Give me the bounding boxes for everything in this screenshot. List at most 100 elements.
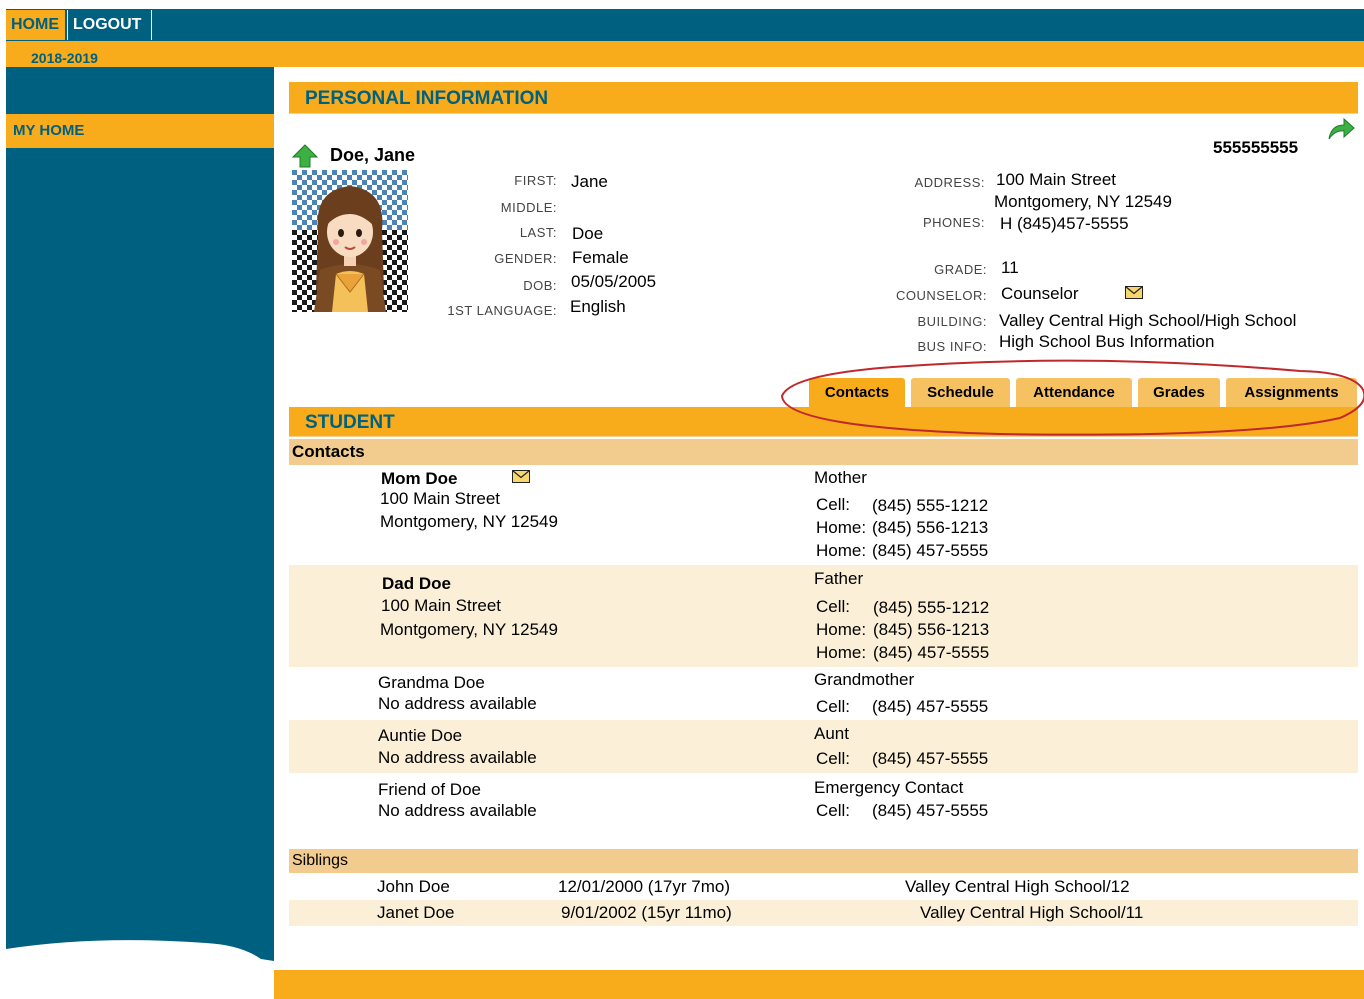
schooltool-logo: schooltool™ (36, 880, 200, 919)
bus-info-value: High School Bus Information (999, 332, 1215, 351)
phone-number: (845) 556-1213 (872, 518, 989, 537)
logo-text-school: school (36, 880, 132, 918)
personal-information-title: PERSONAL INFORMATION (305, 88, 549, 109)
first-name-value: Jane (571, 172, 608, 191)
phone-type: Home: (816, 541, 867, 560)
contact-name: Grandma Doe (378, 673, 485, 692)
contact-address-line1: No address available (378, 748, 537, 767)
sibling-dob: 12/01/2000 (17yr 7mo) (558, 877, 730, 896)
tab-assignments[interactable]: Assignments (1226, 378, 1357, 408)
contact-relation: Aunt (814, 724, 849, 743)
sidebar-item-my-home[interactable]: MY HOME (6, 114, 274, 148)
grade-value: 11 (1001, 258, 1019, 277)
tab-schedule[interactable]: Schedule (911, 378, 1010, 408)
school-year-bar: 2018-2019 (6, 41, 1364, 67)
gender-label: GENDER: (494, 251, 557, 266)
tab-attendance[interactable]: Attendance (1016, 378, 1132, 408)
phone-type: Cell: (816, 495, 851, 514)
dob-label: DOB: (523, 278, 557, 293)
phone-type: Home: (816, 518, 867, 537)
phone-type: Cell: (816, 697, 851, 716)
contact-row-father: Dad Doe 100 Main Street Montgomery, NY 1… (289, 565, 1358, 667)
contact-name: Auntie Doe (378, 726, 463, 745)
contact-row-grandmother: Grandma Doe No address available Grandmo… (289, 667, 1358, 720)
sibling-school: Valley Central High School/12 (905, 877, 1130, 896)
sidebar: MY HOME (6, 67, 274, 999)
siblings-subheader: Siblings (289, 849, 1358, 873)
personal-information-header: PERSONAL INFORMATION (289, 82, 1358, 114)
contact-row-aunt: Auntie Doe No address available Aunt Cel… (289, 720, 1358, 773)
first-name-label: FIRST: (514, 173, 557, 188)
phone-number: (845) 457-5555 (872, 749, 989, 768)
phone-number: (845) 555-1212 (872, 496, 989, 515)
address-label: ADDRESS: (914, 175, 985, 190)
contacts-subheader: Contacts (289, 439, 1358, 465)
sibling-name: John Doe (377, 877, 450, 896)
middle-name-label: MIDDLE: (500, 200, 557, 215)
first-language-label: 1ST LANGUAGE: (447, 303, 557, 318)
email-icon[interactable] (1125, 286, 1143, 299)
phone-number: (845) 457-5555 (873, 643, 990, 662)
phones-value: H (845)457-5555 (1000, 214, 1129, 233)
contact-address-line2: Montgomery, NY 12549 (380, 620, 558, 639)
counselor-value: Counselor (1001, 284, 1079, 303)
grade-label: GRADE: (934, 262, 987, 277)
share-arrow-icon[interactable] (1326, 117, 1356, 141)
contact-row-emergency: Friend of Doe No address available Emerg… (289, 773, 1358, 833)
logout-link[interactable]: LOGOUT (67, 10, 152, 40)
contact-relation: Mother (814, 468, 867, 487)
phone-type: Home: (816, 620, 867, 639)
tab-grades[interactable]: Grades (1138, 378, 1220, 408)
bus-info-label: BUS INFO: (917, 339, 987, 354)
phone-number: (845) 555-1212 (873, 598, 990, 617)
contact-address-line1: No address available (378, 801, 537, 820)
home-link[interactable]: HOME (6, 10, 65, 40)
sibling-row: Janet Doe 9/01/2002 (15yr 11mo) Valley C… (289, 900, 1358, 926)
building-value: Valley Central High School/High School (999, 311, 1297, 330)
up-arrow-icon[interactable] (291, 143, 319, 169)
contact-address-line1: No address available (378, 694, 537, 713)
sibling-dob: 9/01/2002 (15yr 11mo) (561, 903, 732, 922)
contact-name: Mom Doe (381, 469, 458, 488)
footer-bar (274, 970, 1364, 999)
contact-address-line1: 100 Main Street (381, 596, 502, 615)
building-label: BUILDING: (917, 314, 987, 329)
first-language-value: English (570, 297, 626, 316)
phone-type: Cell: (816, 597, 851, 616)
student-header: STUDENT (289, 407, 1358, 437)
sibling-school: Valley Central High School/11 (920, 903, 1144, 922)
phone-number: (845) 457-5555 (872, 801, 989, 820)
phone-type: Cell: (816, 749, 851, 768)
school-year: 2018-2019 (31, 50, 98, 66)
contact-row-mother: Mom Doe 100 Main Street Montgomery, NY 1… (289, 465, 1358, 565)
phone-number: (845) 457-5555 (872, 697, 989, 716)
phones-label: PHONES: (922, 215, 985, 230)
last-name-label: LAST: (519, 225, 557, 240)
sibling-row: John Doe 12/01/2000 (17yr 7mo) Valley Ce… (289, 874, 1358, 900)
student-name: Doe, Jane (330, 145, 416, 165)
student-section-title: STUDENT (305, 412, 395, 433)
email-icon[interactable] (512, 470, 530, 483)
dob-value: 05/05/2005 (571, 272, 657, 291)
logo-text-tool: tool (131, 880, 192, 918)
address-line2: Montgomery, NY 12549 (994, 192, 1172, 211)
gender-value: Female (572, 248, 629, 267)
logo-trademark: ™ (191, 903, 200, 912)
last-name-value: Doe (572, 224, 604, 243)
contact-relation: Father (814, 569, 864, 588)
top-nav-background (6, 9, 1364, 41)
tab-contacts[interactable]: Contacts (809, 378, 905, 408)
phone-type: Home: (816, 643, 867, 662)
contact-relation: Emergency Contact (814, 778, 964, 797)
contact-address-line1: 100 Main Street (380, 489, 501, 508)
top-bar (0, 0, 1364, 41)
phone-type: Cell: (816, 801, 851, 820)
student-id: 555555555 (1213, 138, 1299, 157)
student-photo (292, 170, 408, 312)
counselor-label: COUNSELOR: (896, 288, 987, 303)
contact-relation: Grandmother (814, 670, 915, 689)
address-line1: 100 Main Street (996, 170, 1117, 189)
contact-name: Friend of Doe (378, 780, 481, 799)
contact-name: Dad Doe (382, 574, 451, 593)
contact-address-line2: Montgomery, NY 12549 (380, 512, 558, 531)
